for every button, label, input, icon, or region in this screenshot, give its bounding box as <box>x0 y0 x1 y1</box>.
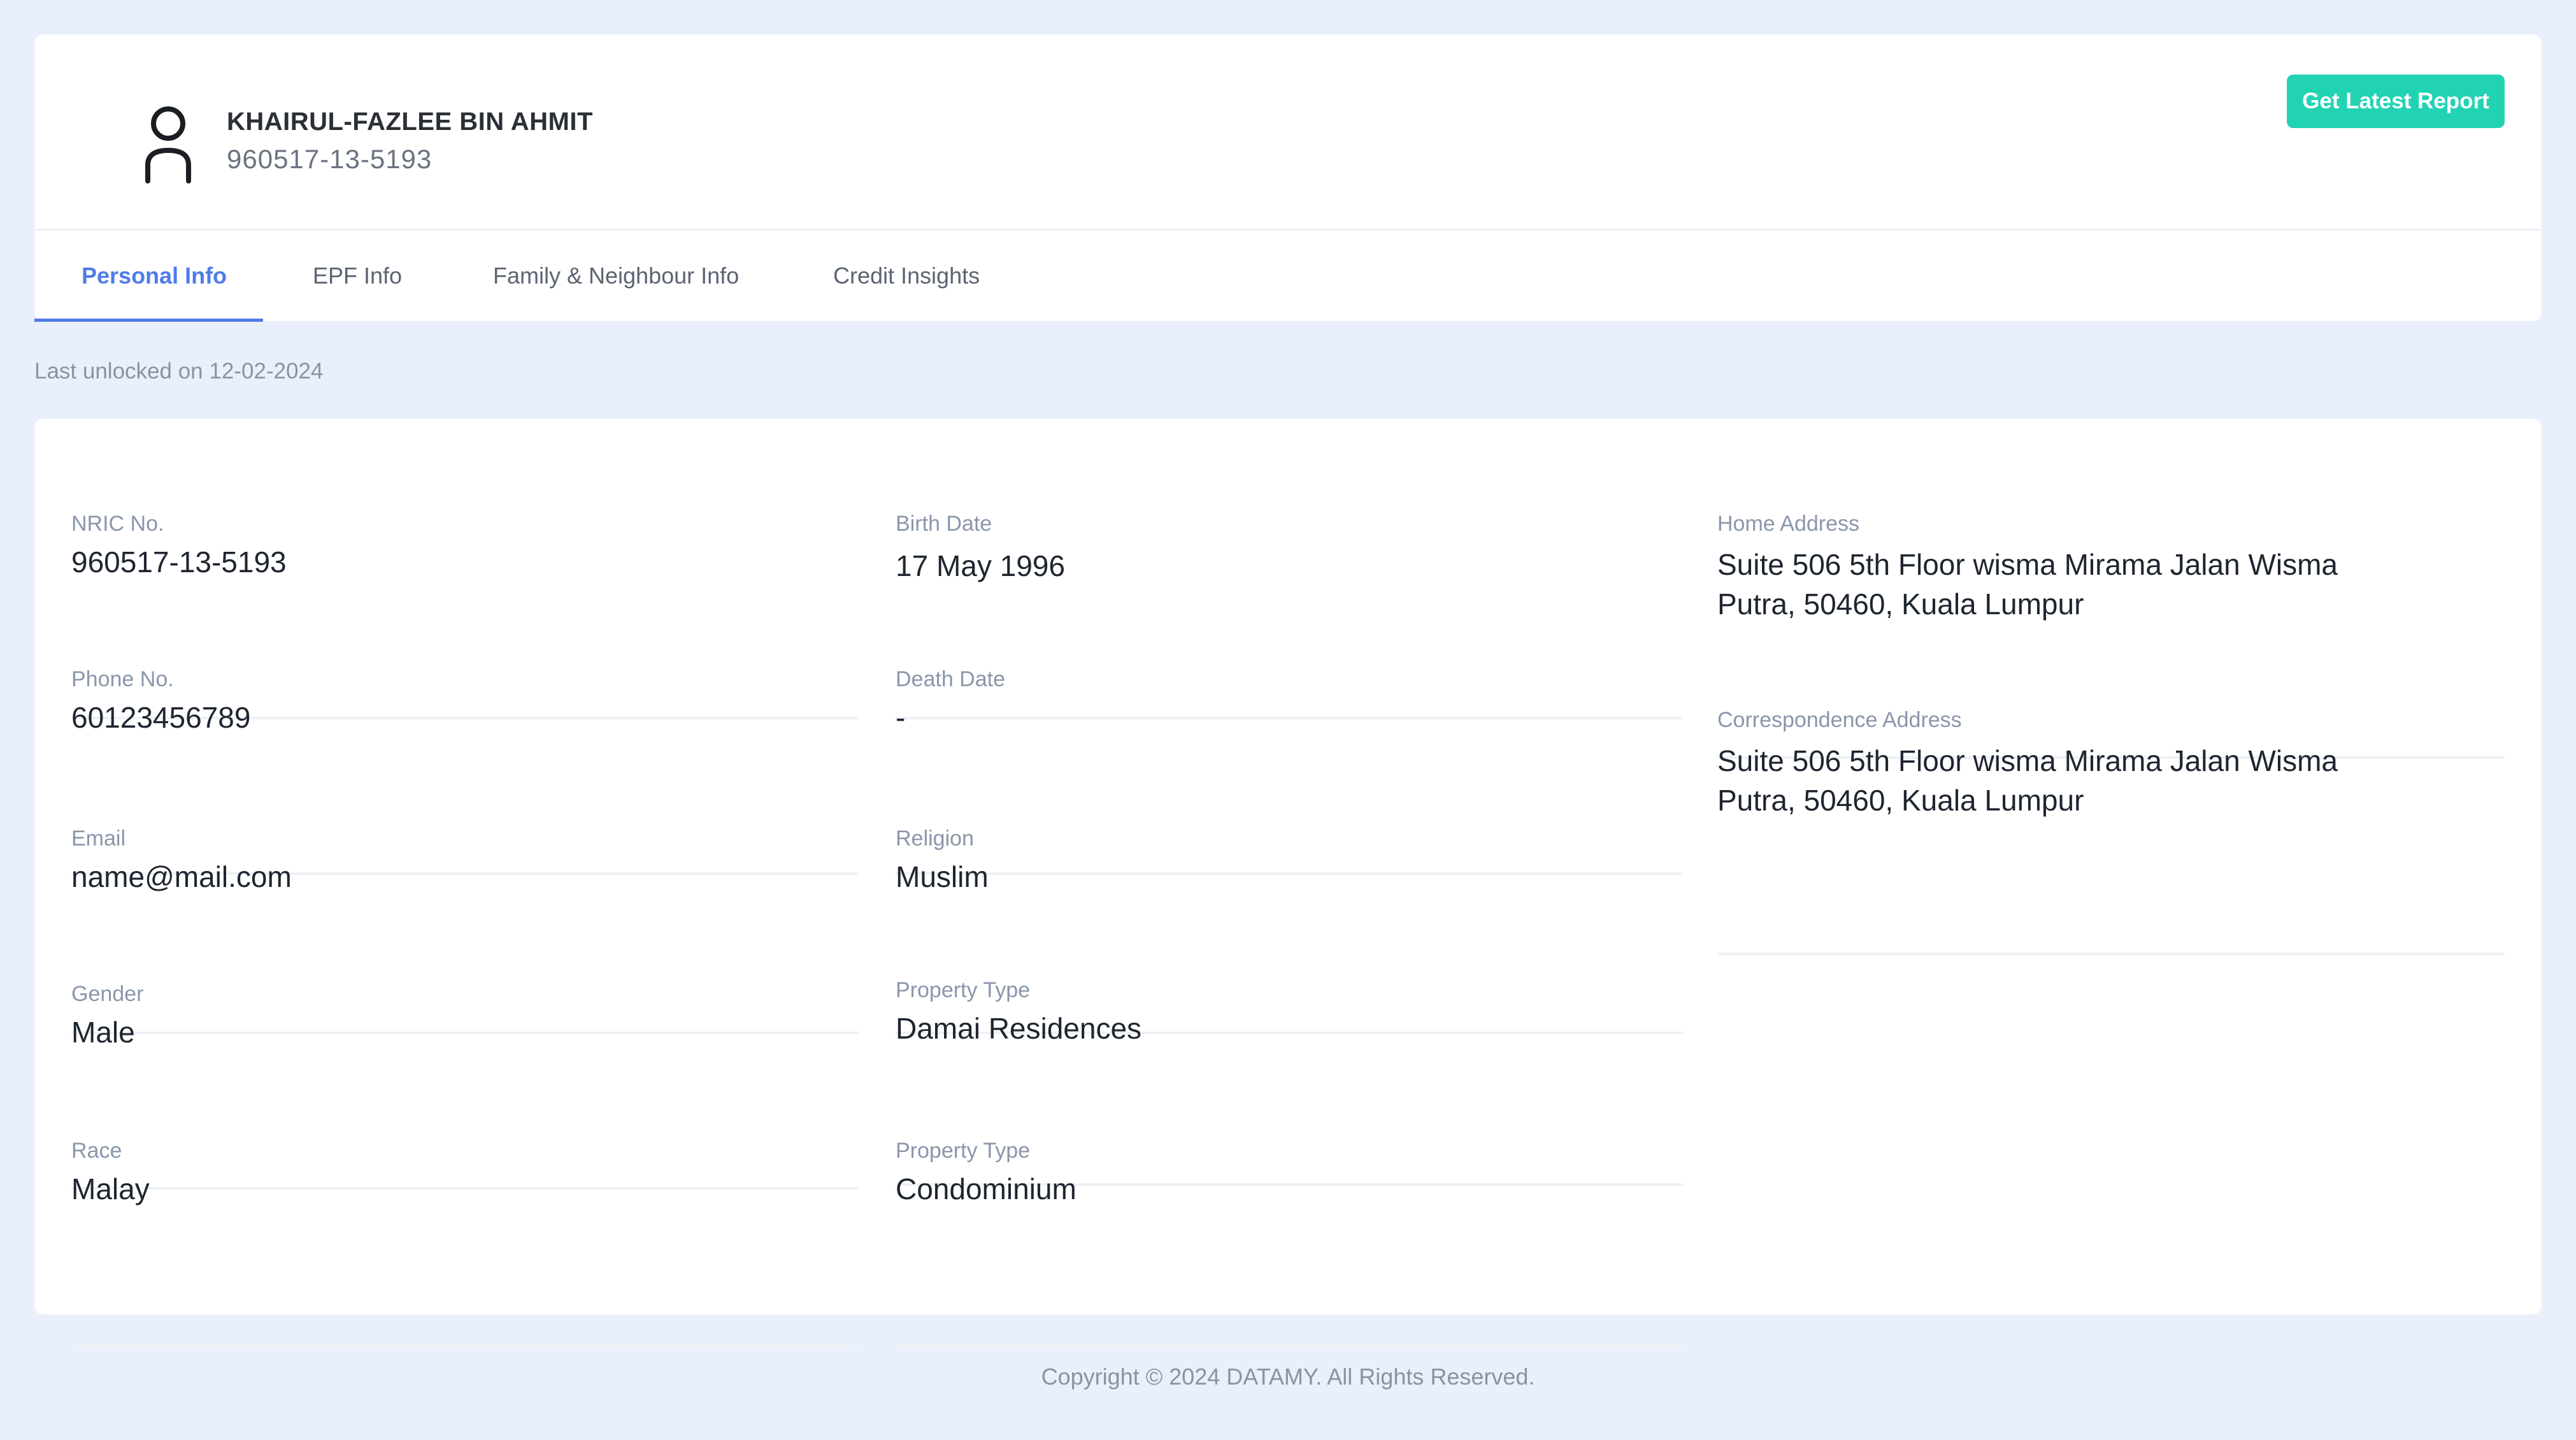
field-value: 60123456789 <box>71 701 251 734</box>
user-avatar-icon <box>130 98 206 200</box>
field-label: Property Type <box>896 1139 1031 1163</box>
field-label: Correspondence Address <box>1717 708 1962 732</box>
field-label: Phone No. <box>71 667 174 691</box>
tab-bar: Personal Info EPF Info Family & Neighbou… <box>34 231 2542 322</box>
field-value: Male <box>71 1016 135 1049</box>
field-value: 17 May 1996 <box>896 549 1065 582</box>
field-value: - <box>896 701 906 734</box>
field-label: NRIC No. <box>71 512 164 536</box>
tab-personal-info[interactable]: Personal Info <box>82 231 227 321</box>
profile-nric: 960517-13-5193 <box>227 144 433 174</box>
field-divider <box>896 1344 1683 1346</box>
tab-family-neighbour-info[interactable]: Family & Neighbour Info <box>493 231 739 321</box>
active-tab-indicator <box>34 319 263 322</box>
field-divider <box>1717 953 2505 955</box>
field-divider <box>896 872 1683 875</box>
field-divider <box>896 717 1683 719</box>
field-divider <box>71 1344 859 1346</box>
tab-credit-insights[interactable]: Credit Insights <box>833 231 980 321</box>
field-value: name@mail.com <box>71 860 292 893</box>
field-value: Damai Residences <box>896 1012 1142 1045</box>
field-label: Property Type <box>896 978 1031 1002</box>
last-unlocked-text: Last unlocked on 12-02-2024 <box>34 359 324 384</box>
field-value: Muslim <box>896 860 989 893</box>
personal-info-card: NRIC No. 960517-13-5193 Phone No. 601234… <box>34 419 2542 1346</box>
profile-name: KHAIRUL-FAZLEE BIN AHMIT <box>227 108 593 136</box>
app-frame: KHAIRUL-FAZLEE BIN AHMIT 960517-13-5193 … <box>0 0 2576 1440</box>
get-latest-report-button[interactable]: Get Latest Report <box>2287 75 2505 128</box>
field-value: 960517-13-5193 <box>71 545 287 579</box>
field-label: Death Date <box>896 667 1005 691</box>
field-value: Suite 506 5th Floor wisma Mirama Jalan W… <box>1717 744 2338 817</box>
field-label: Birth Date <box>896 512 992 536</box>
field-label: Home Address <box>1717 512 1859 536</box>
field-value: Suite 506 5th Floor wisma Mirama Jalan W… <box>1717 548 2338 621</box>
profile-header-card: KHAIRUL-FAZLEE BIN AHMIT 960517-13-5193 … <box>34 34 2542 322</box>
field-label: Email <box>71 826 126 851</box>
field-divider <box>71 1187 859 1190</box>
field-label: Gender <box>71 982 144 1006</box>
field-divider <box>71 1032 859 1034</box>
field-value: Malay <box>71 1172 150 1206</box>
tab-epf-info[interactable]: EPF Info <box>313 231 402 321</box>
field-label: Race <box>71 1139 122 1163</box>
field-label: Religion <box>896 826 974 851</box>
footer-copyright: Copyright © 2024 DATAMY. All Rights Rese… <box>1041 1364 1535 1390</box>
field-value: Condominium <box>896 1172 1077 1206</box>
